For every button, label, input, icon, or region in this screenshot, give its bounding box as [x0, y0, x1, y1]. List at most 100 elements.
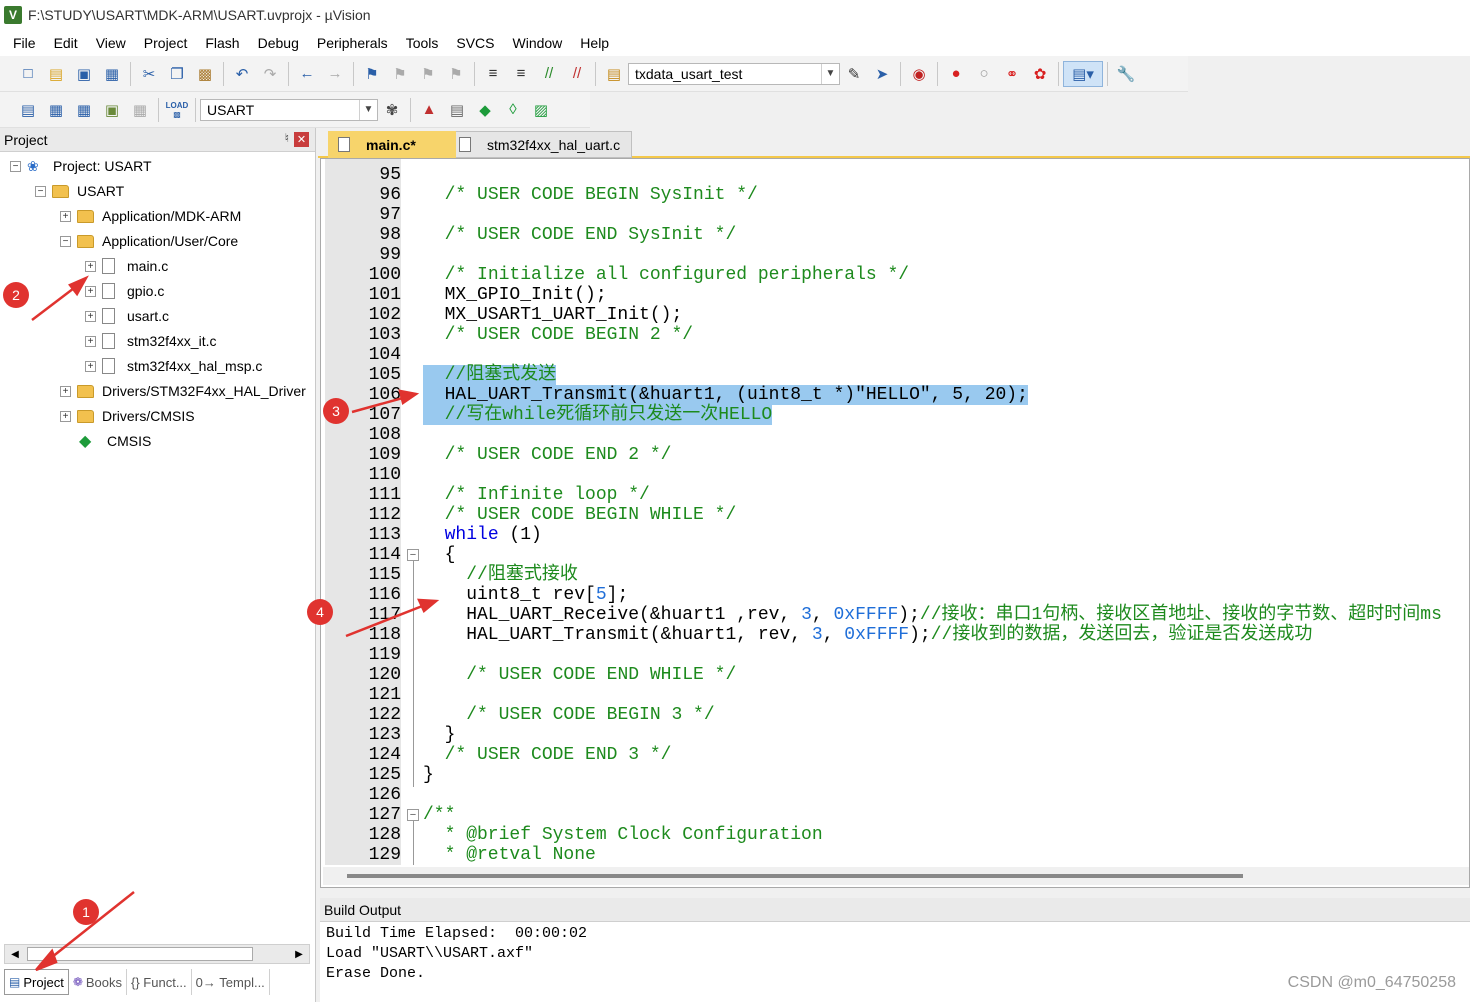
- scrollbar-thumb[interactable]: [347, 874, 1243, 878]
- undo-icon[interactable]: ↶: [228, 61, 256, 87]
- code-line[interactable]: 126: [321, 785, 1469, 805]
- collapse-icon[interactable]: −: [10, 160, 21, 172]
- paste-icon[interactable]: ▩: [191, 61, 219, 87]
- code-line[interactable]: 107 //写在while死循环前只发送一次HELLO: [321, 405, 1469, 425]
- code-line[interactable]: 116 uint8_t rev[5];: [321, 585, 1469, 605]
- code-line[interactable]: 120 /* USER CODE END WHILE */: [321, 665, 1469, 685]
- tab-stm32f4xx-hal-uart[interactable]: stm32f4xx_hal_uart.c: [448, 131, 632, 158]
- tab-templates[interactable]: 0→ Templ...: [192, 969, 270, 995]
- code-line[interactable]: 104: [321, 345, 1469, 365]
- tree-item-project[interactable]: − ❀ Project: USART: [10, 154, 152, 178]
- run-time-env-icon[interactable]: ◆: [471, 97, 499, 123]
- tree-item-file[interactable]: + usart.c: [85, 304, 169, 328]
- project-target-combo[interactable]: USART ▼: [200, 98, 378, 121]
- manage-components-icon[interactable]: ▤: [443, 97, 471, 123]
- clear-bookmarks-icon[interactable]: ⚑: [442, 61, 470, 87]
- navigate-forward-icon[interactable]: →: [321, 61, 349, 87]
- scroll-right-icon[interactable]: ▶: [291, 946, 307, 962]
- close-icon[interactable]: ✕: [294, 132, 309, 147]
- code-line[interactable]: 117 HAL_UART_Receive(&huart1 ,rev, 3, 0x…: [321, 605, 1469, 625]
- code-line[interactable]: 110: [321, 465, 1469, 485]
- tab-project[interactable]: ▤ Project: [4, 969, 69, 995]
- navigate-back-icon[interactable]: ←: [293, 61, 321, 87]
- copy-icon[interactable]: ❐: [163, 61, 191, 87]
- debug-session-icon[interactable]: ◉: [905, 61, 933, 87]
- code-line[interactable]: 102 MX_USART1_UART_Init();: [321, 305, 1469, 325]
- editor-horizontal-scrollbar[interactable]: [323, 867, 1469, 885]
- tree-item-file[interactable]: + main.c: [85, 254, 168, 278]
- code-line[interactable]: 129 * @retval None: [321, 845, 1469, 865]
- fold-toggle-icon[interactable]: −: [407, 809, 419, 821]
- code-line[interactable]: 119: [321, 645, 1469, 665]
- code-line[interactable]: 96 /* USER CODE BEGIN SysInit */: [321, 185, 1469, 205]
- menu-debug[interactable]: Debug: [249, 35, 308, 51]
- tree-item-target[interactable]: − USART: [35, 179, 124, 203]
- code-line[interactable]: 127−/**: [321, 805, 1469, 825]
- code-line[interactable]: 111 /* Infinite loop */: [321, 485, 1469, 505]
- find-in-files-icon[interactable]: ▤: [600, 61, 628, 87]
- code-line[interactable]: 98 /* USER CODE END SysInit */: [321, 225, 1469, 245]
- enable-breakpoint-icon[interactable]: ○: [970, 61, 998, 87]
- new-file-icon[interactable]: □: [14, 61, 42, 87]
- code-line[interactable]: 122 /* USER CODE BEGIN 3 */: [321, 705, 1469, 725]
- menu-svcs[interactable]: SVCS: [447, 35, 503, 51]
- batch-build-icon[interactable]: ▣: [98, 97, 126, 123]
- tree-item-file[interactable]: + stm32f4xx_hal_msp.c: [85, 354, 262, 378]
- save-all-icon[interactable]: ▦: [98, 61, 126, 87]
- tree-item-group[interactable]: − Application/User/Core: [60, 229, 238, 253]
- menu-file[interactable]: File: [4, 35, 45, 51]
- collapse-icon[interactable]: −: [35, 185, 46, 197]
- code-line[interactable]: 114− {: [321, 545, 1469, 565]
- expand-icon[interactable]: +: [85, 335, 96, 347]
- disable-breakpoints-icon[interactable]: ⚭: [998, 61, 1026, 87]
- fold-toggle-icon[interactable]: −: [407, 549, 419, 561]
- project-horizontal-scrollbar[interactable]: ◀ ▶: [4, 944, 310, 964]
- code-line[interactable]: 118 HAL_UART_Transmit(&huart1, rev, 3, 0…: [321, 625, 1469, 645]
- scrollbar-thumb[interactable]: [27, 947, 253, 961]
- code-line[interactable]: 125}: [321, 765, 1469, 785]
- menu-window[interactable]: Window: [504, 35, 572, 51]
- comment-icon[interactable]: //: [535, 61, 563, 87]
- kill-breakpoints-icon[interactable]: ✿: [1026, 61, 1054, 87]
- expand-icon[interactable]: +: [85, 285, 96, 297]
- code-line[interactable]: 99: [321, 245, 1469, 265]
- unindent-icon[interactable]: ≡: [507, 61, 535, 87]
- tree-item-file[interactable]: + stm32f4xx_it.c: [85, 329, 216, 353]
- insert-breakpoint-icon[interactable]: ●: [942, 61, 970, 87]
- chevron-down-icon[interactable]: ▼: [359, 99, 377, 120]
- code-line[interactable]: 115 //阻塞式接收: [321, 565, 1469, 585]
- tree-item-file[interactable]: + gpio.c: [85, 279, 164, 303]
- scroll-left-icon[interactable]: ◀: [7, 946, 23, 962]
- tree-item-group[interactable]: + Drivers/CMSIS: [60, 404, 195, 428]
- redo-icon[interactable]: ↷: [256, 61, 284, 87]
- code-line[interactable]: 112 /* USER CODE BEGIN WHILE */: [321, 505, 1469, 525]
- code-line[interactable]: 109 /* USER CODE END 2 */: [321, 445, 1469, 465]
- expand-icon[interactable]: +: [60, 410, 71, 422]
- tab-books[interactable]: ❁ Books: [69, 969, 128, 995]
- code-line[interactable]: 124 /* USER CODE END 3 */: [321, 745, 1469, 765]
- code-line[interactable]: 100 /* Initialize all configured periphe…: [321, 265, 1469, 285]
- configure-icon[interactable]: 🔧: [1112, 61, 1140, 87]
- indent-icon[interactable]: ≡: [479, 61, 507, 87]
- translate-icon[interactable]: ▤: [14, 97, 42, 123]
- window-layout-icon[interactable]: ▤▾: [1063, 60, 1103, 87]
- code-line[interactable]: 95: [321, 165, 1469, 185]
- build-icon[interactable]: ▦: [42, 97, 70, 123]
- code-line[interactable]: 105 //阻塞式发送: [321, 365, 1469, 385]
- expand-icon[interactable]: +: [60, 210, 71, 222]
- load-download-icon[interactable]: LOAD ▩: [163, 97, 191, 123]
- next-bookmark-icon[interactable]: ⚑: [414, 61, 442, 87]
- expand-icon[interactable]: +: [60, 385, 71, 397]
- bookmark-icon[interactable]: ⚑: [358, 61, 386, 87]
- file-extensions-icon[interactable]: ▲: [415, 97, 443, 123]
- expand-icon[interactable]: +: [85, 260, 96, 272]
- target-options-icon[interactable]: ✾: [378, 97, 406, 123]
- expand-icon[interactable]: +: [85, 360, 96, 372]
- code-line[interactable]: 113 while (1): [321, 525, 1469, 545]
- uncomment-icon[interactable]: //: [563, 61, 591, 87]
- find-icon[interactable]: ✎: [840, 61, 868, 87]
- rebuild-icon[interactable]: ▦: [70, 97, 98, 123]
- chevron-down-icon[interactable]: ▼: [821, 63, 839, 84]
- expand-icon[interactable]: +: [85, 310, 96, 322]
- pin-icon[interactable]: ♮: [285, 131, 289, 145]
